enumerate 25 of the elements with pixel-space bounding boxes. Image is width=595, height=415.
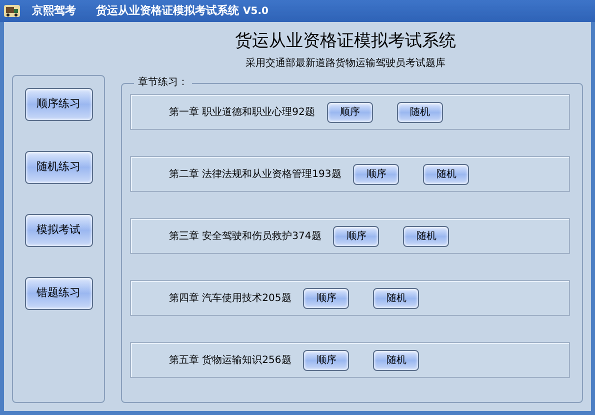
- chapter-title: 第二章 法律法规和从业资格管理193题: [169, 168, 342, 182]
- chapter-button[interactable]: 顺序: [303, 288, 350, 308]
- sidebar-button[interactable]: 顺序练习: [24, 88, 92, 121]
- version-label: V5.0: [243, 4, 268, 18]
- chapter-button[interactable]: 随机: [373, 288, 420, 308]
- app-name: 京熙驾考: [32, 2, 76, 19]
- chapter-button[interactable]: 随机: [373, 350, 420, 370]
- chapter-title: 第一章 职业道德和职业心理92题: [169, 106, 315, 120]
- chapter-button[interactable]: 顺序: [303, 350, 350, 370]
- chapter-button[interactable]: 随机: [396, 102, 443, 122]
- chapter-button[interactable]: 顺序: [353, 164, 400, 184]
- chapter-button[interactable]: 随机: [403, 226, 450, 246]
- sidebar-button[interactable]: 模拟考试: [24, 214, 92, 247]
- chapter-title: 第三章 安全驾驶和伤员救护374题: [169, 230, 322, 244]
- truck-icon: [4, 4, 20, 18]
- sidebar-button[interactable]: 错题练习: [24, 277, 92, 310]
- window-title: 货运从业资格证模拟考试系统: [96, 2, 239, 19]
- subtitle: 采用交通部最新道路货物运输驾驶员考试题库: [244, 56, 446, 71]
- chapter-button[interactable]: 随机: [423, 164, 470, 184]
- chapter-title: 第四章 汽车使用技术205题: [169, 292, 292, 306]
- sidebar-button[interactable]: 随机练习: [24, 151, 92, 184]
- chapter-button[interactable]: 顺序: [333, 226, 380, 246]
- chapter-title: 第五章 货物运输知识256题: [169, 354, 292, 368]
- chapter-button[interactable]: 顺序: [326, 102, 373, 122]
- app-heading: 货运从业资格证模拟考试系统: [234, 30, 456, 52]
